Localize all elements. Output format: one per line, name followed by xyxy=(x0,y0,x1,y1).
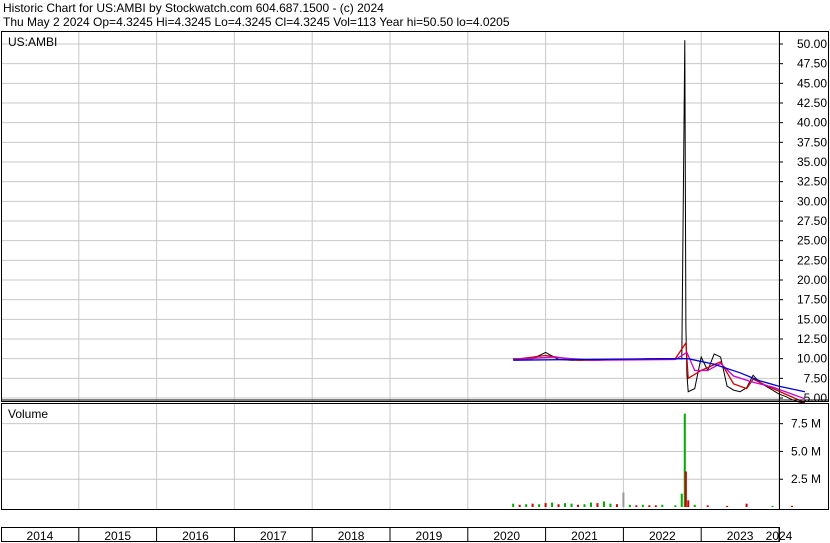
volume-bar xyxy=(557,504,560,507)
price-panel-border xyxy=(1,31,829,402)
volume-bar xyxy=(518,504,521,507)
volume-bar xyxy=(628,504,631,507)
volume-bar xyxy=(544,503,547,507)
volume-bar xyxy=(531,503,534,507)
volume-bar xyxy=(538,504,541,507)
price-tick-label: 15.00 xyxy=(797,312,827,326)
chart-window: Historic Chart for US:AMBI by Stockwatch… xyxy=(0,0,830,543)
price-axis: 5.00 7.50 10.00 12.50 15.00 17.50 20.00 22.50 25… xyxy=(779,37,827,405)
volume-bar xyxy=(674,505,677,507)
volume-bar xyxy=(641,504,644,507)
volume-bar xyxy=(583,504,586,507)
volume-bar xyxy=(570,503,573,507)
volume-bar xyxy=(771,505,774,507)
price-tick-label: 42.50 xyxy=(797,96,827,110)
year-label: 2021 xyxy=(571,529,598,543)
volume-bar xyxy=(602,501,605,507)
volume-panel-title: Volume xyxy=(8,407,48,421)
volume-bar xyxy=(661,504,664,507)
price-tick-label: 22.50 xyxy=(797,253,827,267)
long_ma-line xyxy=(513,358,806,393)
volume-bar xyxy=(684,471,687,507)
volume-bar xyxy=(687,500,690,507)
price-tick-label: 37.50 xyxy=(797,135,827,149)
price-tick-label: 20.00 xyxy=(797,273,827,287)
volume-bar xyxy=(706,505,709,507)
volume-bar xyxy=(596,503,599,507)
grid xyxy=(1,31,780,509)
volume-bar xyxy=(551,502,554,507)
volume-panel-border xyxy=(1,403,829,510)
volume-bar xyxy=(680,493,683,507)
year-label: 2019 xyxy=(416,529,443,543)
volume-bar xyxy=(577,504,580,507)
price-tick-label: 40.00 xyxy=(797,116,827,130)
year-label: 2014 xyxy=(27,529,54,543)
volume-bar xyxy=(564,503,567,507)
volume-bar xyxy=(589,502,592,507)
volume-bars xyxy=(512,413,793,507)
year-label: 2022 xyxy=(649,529,676,543)
chart-frame xyxy=(1,31,829,542)
volume-bar xyxy=(512,503,515,507)
volume-axis: 2.5 M 5.0 M 7.5 M xyxy=(779,417,821,486)
price-tick-label: 5.00 xyxy=(804,391,828,405)
year-label: 2015 xyxy=(104,529,131,543)
year-label: 2024 xyxy=(766,529,793,543)
chart-svg: 5.00 7.50 10.00 12.50 15.00 17.50 20.00 22.50 25… xyxy=(1,31,829,543)
price-tick-label: 45.00 xyxy=(797,76,827,90)
volume-tick-label: 5.0 M xyxy=(791,444,821,458)
short_ma-line xyxy=(513,340,806,404)
volume-bar xyxy=(693,504,696,507)
volume-bar xyxy=(615,504,618,507)
price-tick-label: 35.00 xyxy=(797,155,827,169)
year-label: 2018 xyxy=(338,529,365,543)
volume-bar xyxy=(635,505,638,507)
year-label: 2023 xyxy=(727,529,754,543)
price-tick-label: 12.50 xyxy=(797,332,827,346)
year-label: 2020 xyxy=(493,529,520,543)
volume-bar xyxy=(745,503,748,507)
price-tick-label: 10.00 xyxy=(797,352,827,366)
volume-tick-label: 7.5 M xyxy=(791,417,821,431)
volume-bar xyxy=(726,505,729,507)
year-label: 2016 xyxy=(182,529,209,543)
price-tick-label: 25.00 xyxy=(797,234,827,248)
volume-tick-label: 2.5 M xyxy=(791,472,821,486)
price-tick-label: 32.50 xyxy=(797,175,827,189)
volume-bar xyxy=(648,505,651,507)
volume-bar xyxy=(654,505,657,507)
price-tick-label: 30.00 xyxy=(797,194,827,208)
price-line xyxy=(513,40,806,404)
price-tick-label: 27.50 xyxy=(797,214,827,228)
volume-bar xyxy=(609,503,612,507)
price-panel-title: US:AMBI xyxy=(8,35,57,49)
volume-bar xyxy=(622,492,625,507)
year-label: 2017 xyxy=(260,529,287,543)
price-tick-label: 17.50 xyxy=(797,293,827,307)
volume-bar xyxy=(525,504,528,507)
price-tick-label: 7.50 xyxy=(804,371,828,385)
price-tick-label: 50.00 xyxy=(797,37,827,51)
volume-bar xyxy=(790,505,793,507)
price-tick-label: 47.50 xyxy=(797,57,827,71)
price-series xyxy=(513,40,806,404)
